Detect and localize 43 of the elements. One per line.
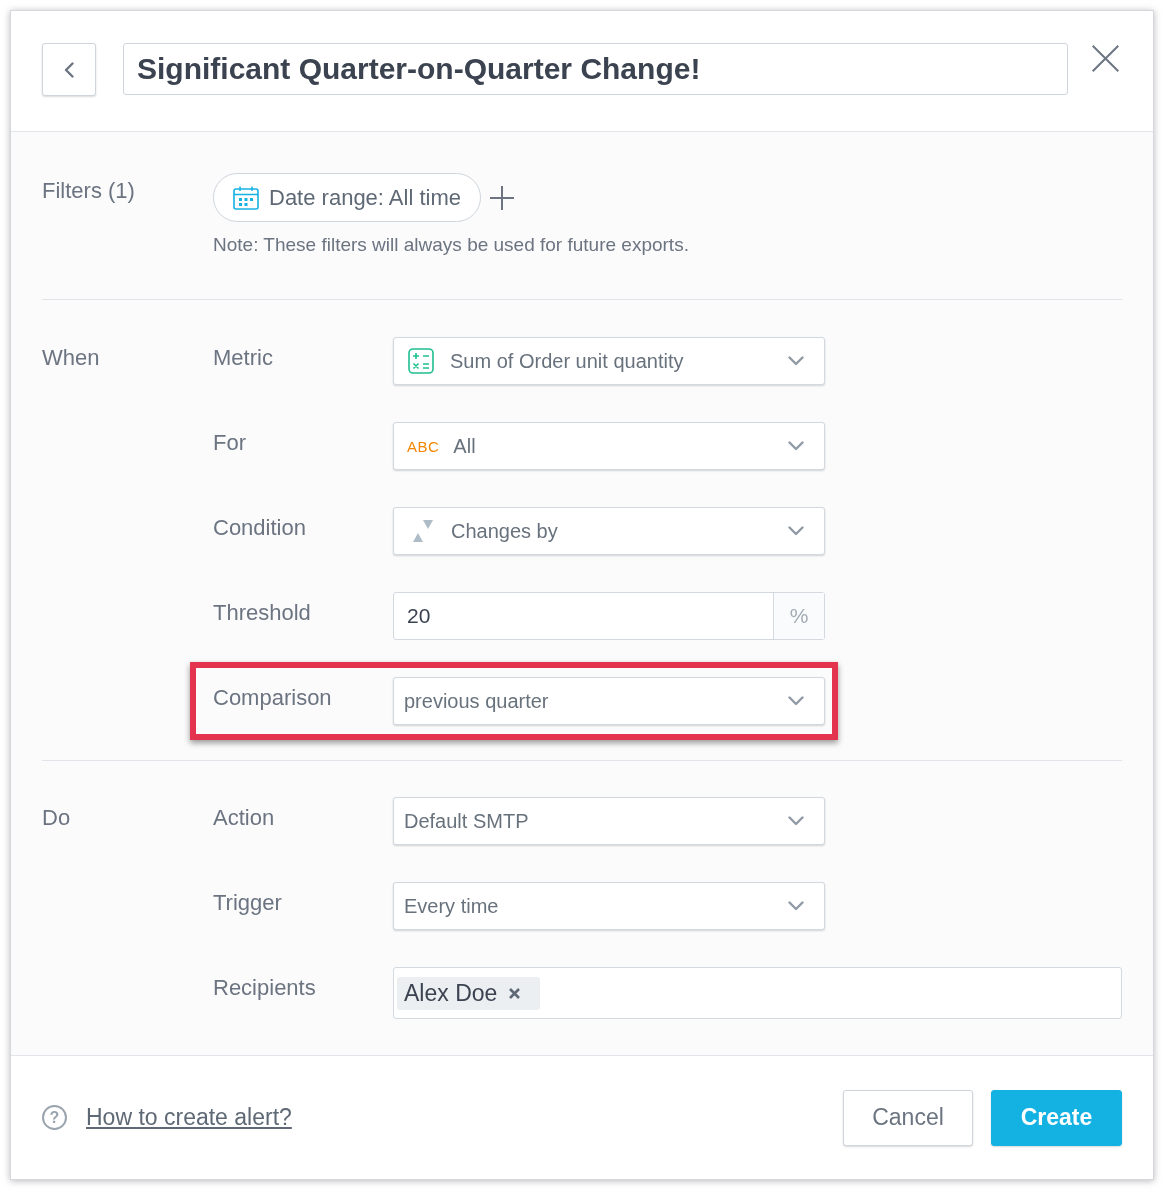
- field-label: Recipients: [213, 974, 317, 1002]
- dropdown[interactable]: previous quarter: [393, 677, 825, 725]
- chevron-down-icon: [788, 526, 804, 536]
- field-label: Metric: [213, 344, 274, 372]
- field-label: For: [213, 429, 247, 457]
- chevron-down-icon: [788, 441, 804, 451]
- chevron-down-icon: [788, 356, 804, 366]
- dropdown[interactable]: Default SMTP: [393, 797, 825, 845]
- chevron-left-icon: [64, 61, 74, 78]
- add-filter-button[interactable]: [490, 185, 514, 210]
- calendar-icon: [233, 185, 259, 210]
- recipient-tag[interactable]: Alex Doe: [397, 976, 541, 1010]
- filter-chip[interactable]: Date range: All time: [213, 173, 481, 222]
- remove-icon[interactable]: [509, 987, 521, 999]
- triangles-icon: [413, 520, 433, 542]
- field-label: Action: [213, 804, 276, 832]
- field-label: Condition: [213, 514, 307, 542]
- plus-icon: [490, 185, 514, 210]
- chevron-down-icon: [788, 816, 804, 826]
- dropdown[interactable]: ABC All: [393, 422, 825, 470]
- section-label: Do: [42, 804, 72, 832]
- unit-addon: %: [773, 593, 824, 639]
- section-label: Filters (1): [42, 178, 136, 205]
- help-icon[interactable]: ?: [42, 1105, 67, 1130]
- dropdown[interactable]: Every time: [393, 882, 825, 930]
- title-field[interactable]: Significant Quarter-on-Quarter Change!: [123, 43, 1068, 95]
- filter-note: Note: These filters will always be used for future exports.: [213, 234, 689, 256]
- cancel-button[interactable]: Cancel: [843, 1089, 973, 1146]
- number-field[interactable]: 20 %: [393, 592, 825, 640]
- close-button[interactable]: [1092, 45, 1119, 72]
- attribute-type-label: ABC: [407, 437, 440, 455]
- chevron-down-icon: [788, 901, 804, 911]
- calculator-icon: [408, 348, 434, 374]
- field-label: Trigger: [213, 889, 283, 917]
- recipients-field[interactable]: Alex Doe: [393, 967, 1122, 1019]
- field-label: Threshold: [213, 599, 312, 627]
- dropdown[interactable]: Changes by: [393, 507, 825, 555]
- close-icon: [1092, 45, 1119, 72]
- field-label: Comparison: [213, 684, 333, 712]
- help-link[interactable]: How to create alert?: [86, 1104, 292, 1131]
- section-label: When: [42, 344, 101, 372]
- dropdown[interactable]: Sum of Order unit quantity: [393, 337, 825, 385]
- chevron-down-icon: [788, 696, 804, 706]
